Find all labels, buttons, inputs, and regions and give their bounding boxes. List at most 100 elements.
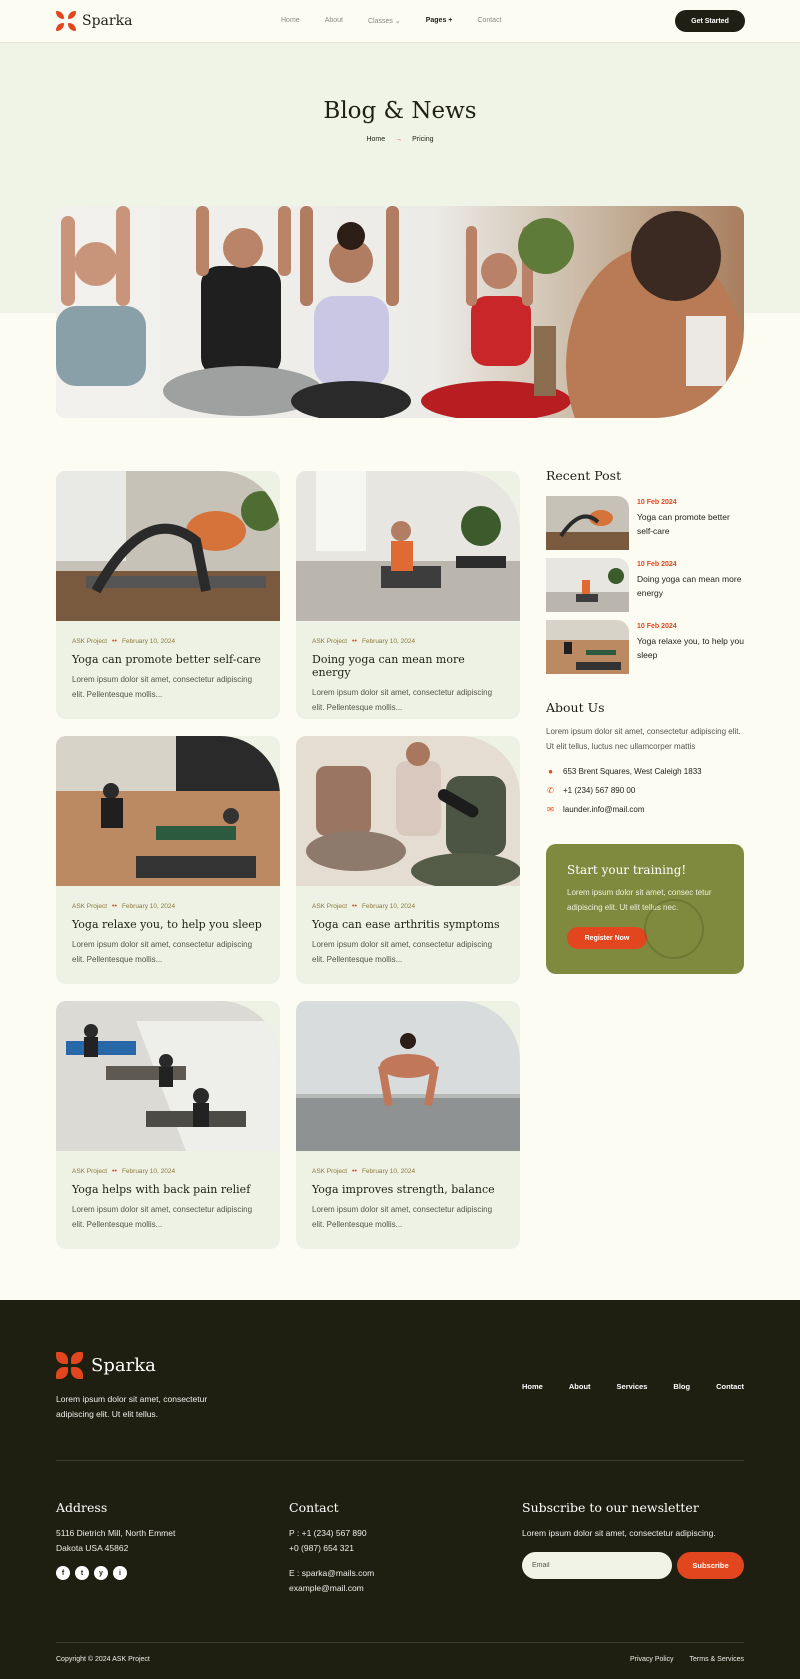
instagram-icon[interactable]: i xyxy=(113,1566,127,1580)
email-text[interactable]: launder.info@mail.com xyxy=(563,805,645,814)
dots-icon: •• xyxy=(352,638,357,645)
arrow-right-icon: → xyxy=(395,136,403,143)
footer-nav-blog[interactable]: Blog xyxy=(673,1382,690,1391)
recent-post-title[interactable]: Yoga can promote better self-care xyxy=(637,510,744,538)
blog-card-title[interactable]: Yoga can ease arthritis symptoms xyxy=(312,918,504,931)
blog-card-meta: ASK Project •• February 10, 2024 xyxy=(312,638,504,645)
blog-card-date: February 10, 2024 xyxy=(121,903,176,910)
recent-post-thumb xyxy=(546,558,629,612)
blog-card[interactable]: ASK Project •• February 10, 2024 Yoga can … xyxy=(296,736,520,984)
blog-card[interactable]: ASK Project •• February 10, 2024 Yoga help… xyxy=(56,1001,280,1249)
blog-card-excerpt: Lorem ipsum dolor sit amet, consectetur … xyxy=(72,940,253,964)
dots-icon: •• xyxy=(112,638,117,645)
blog-card-title[interactable]: Yoga helps with back pain relief xyxy=(72,1183,264,1196)
footer-email-2[interactable]: example@mail.com xyxy=(289,1581,374,1596)
nav-classes-label: Classes xyxy=(367,18,393,25)
facebook-icon[interactable]: f xyxy=(56,1566,70,1580)
blog-card-category[interactable]: ASK Project xyxy=(312,638,347,645)
nav-pages[interactable]: Pages + xyxy=(426,17,453,25)
footer-contact-heading: Contact xyxy=(289,1500,339,1515)
logo-text: Sparka xyxy=(82,13,133,29)
get-started-button[interactable]: Get Started xyxy=(675,10,745,32)
footer-email-1[interactable]: E : sparka@mails.com xyxy=(289,1566,374,1581)
register-now-button[interactable]: Register Now xyxy=(567,927,647,949)
about-us-heading: About Us xyxy=(546,700,605,715)
recent-post-title[interactable]: Yoga relaxe you, to help you sleep xyxy=(637,634,744,662)
footer-logo[interactable]: Sparka xyxy=(56,1352,156,1379)
blog-card-title[interactable]: Doing yoga can mean more energy xyxy=(312,653,504,679)
blog-card[interactable]: ASK Project •• February 10, 2024 Yoga rela… xyxy=(56,736,280,984)
phone-text[interactable]: +1 (234) 567 890 00 xyxy=(563,786,635,795)
promo-text: Lorem ipsum dolor sit amet, consec tetur… xyxy=(567,888,712,912)
address-text: 653 Brent Squares, West Caleigh 1833 xyxy=(563,766,702,776)
recent-post-item[interactable]: 10 Feb 2024 Yoga can promote better self-… xyxy=(546,496,744,552)
twitter-icon[interactable]: t xyxy=(75,1566,89,1580)
footer-nav-home[interactable]: Home xyxy=(522,1382,543,1391)
blog-card-category[interactable]: ASK Project xyxy=(72,638,107,645)
blog-card-image xyxy=(56,1001,280,1151)
blog-card-meta: ASK Project •• February 10, 2024 xyxy=(72,903,264,910)
newsletter-heading: Subscribe to our newsletter xyxy=(522,1500,699,1515)
blog-card[interactable]: ASK Project •• February 10, 2024 Yoga impr… xyxy=(296,1001,520,1249)
logo[interactable]: Sparka xyxy=(56,11,132,31)
blog-card-title[interactable]: Yoga improves strength, balance xyxy=(312,1183,504,1196)
breadcrumb-home[interactable]: Home xyxy=(366,136,385,143)
about-us-text: Lorem ipsum dolor sit amet, consectetur … xyxy=(546,727,741,751)
dots-icon: •• xyxy=(352,903,357,910)
dots-icon: •• xyxy=(352,1168,357,1175)
location-pin-icon: ● xyxy=(548,766,553,776)
footer-nav: Home About Services Blog Contact xyxy=(522,1382,744,1391)
footer-nav-services[interactable]: Services xyxy=(617,1382,648,1391)
footer-phone-2[interactable]: +0 (987) 654 321 xyxy=(289,1541,374,1556)
logo-icon xyxy=(56,1352,83,1379)
nav-pages-label: Pages xyxy=(425,17,447,24)
site-header: Sparka Home About Classes ⌄ Pages + Cont… xyxy=(0,0,800,43)
footer-phone-1[interactable]: P : +1 (234) 567 890 xyxy=(289,1526,374,1541)
subscribe-button[interactable]: Subscribe xyxy=(677,1552,744,1579)
footer-nav-contact[interactable]: Contact xyxy=(716,1382,744,1391)
footer-logo-text: Sparka xyxy=(91,1355,156,1376)
nav-contact[interactable]: Contact xyxy=(477,17,501,25)
blog-card-category[interactable]: ASK Project xyxy=(312,1168,347,1175)
newsletter-email-input[interactable] xyxy=(522,1552,672,1579)
breadcrumb-current: Pricing xyxy=(412,136,434,143)
promo-title: Start your training! xyxy=(567,863,687,877)
privacy-policy-link[interactable]: Privacy Policy xyxy=(630,1656,674,1663)
recent-post-title[interactable]: Doing yoga can mean more energy xyxy=(637,572,744,600)
blog-card-meta: ASK Project •• February 10, 2024 xyxy=(72,1168,264,1175)
copyright-text: Copyright © 2024 ASK Project xyxy=(56,1656,150,1663)
footer-newsletter: Subscribe to our newsletter Lorem ipsum … xyxy=(522,1500,744,1579)
blog-card-image xyxy=(56,736,280,886)
blog-card-image xyxy=(296,1001,520,1151)
blog-card-date: February 10, 2024 xyxy=(121,638,176,645)
email-row: ✉ launder.info@mail.com xyxy=(546,802,744,816)
blog-card-excerpt: Lorem ipsum dolor sit amet, consectetur … xyxy=(312,1205,493,1229)
blog-card-meta: ASK Project •• February 10, 2024 xyxy=(72,638,264,645)
nav-about[interactable]: About xyxy=(325,17,343,25)
blog-card-title[interactable]: Yoga relaxe you, to help you sleep xyxy=(72,918,264,931)
footer-nav-about[interactable]: About xyxy=(569,1382,591,1391)
footer-about-text: Lorem ipsum dolor sit amet, consectetur … xyxy=(56,1394,208,1419)
youtube-icon[interactable]: y xyxy=(94,1566,108,1580)
legal-links: Privacy Policy Terms & Services xyxy=(630,1656,744,1663)
nav-home[interactable]: Home xyxy=(281,17,300,25)
recent-post-item[interactable]: 10 Feb 2024 Yoga relaxe you, to help you … xyxy=(546,620,744,676)
blog-card[interactable]: ASK Project •• February 10, 2024 Yoga can … xyxy=(56,471,280,719)
blog-card-excerpt: Lorem ipsum dolor sit amet, consectetur … xyxy=(72,1205,253,1229)
blog-card-category[interactable]: ASK Project xyxy=(312,903,347,910)
blog-card-category[interactable]: ASK Project xyxy=(72,1168,107,1175)
recent-post-date: 10 Feb 2024 xyxy=(637,561,677,568)
blog-card-image xyxy=(56,471,280,621)
terms-link[interactable]: Terms & Services xyxy=(690,1656,744,1663)
nav-classes[interactable]: Classes ⌄ xyxy=(368,17,401,25)
blog-card-category[interactable]: ASK Project xyxy=(72,903,107,910)
address-row: ● 653 Brent Squares, West Caleigh 1833 xyxy=(546,764,744,778)
hero-banner-image xyxy=(56,206,744,418)
blog-card[interactable]: ASK Project •• February 10, 2024 Doing yog… xyxy=(296,471,520,719)
recent-post-item[interactable]: 10 Feb 2024 Doing yoga can mean more ener… xyxy=(546,558,744,614)
chevron-down-icon: ⌄ xyxy=(394,18,401,25)
recent-post-thumb xyxy=(546,496,629,550)
recent-post-heading: Recent Post xyxy=(546,468,622,483)
blog-card-title[interactable]: Yoga can promote better self-care xyxy=(72,653,264,666)
footer-address-heading: Address xyxy=(56,1500,108,1515)
